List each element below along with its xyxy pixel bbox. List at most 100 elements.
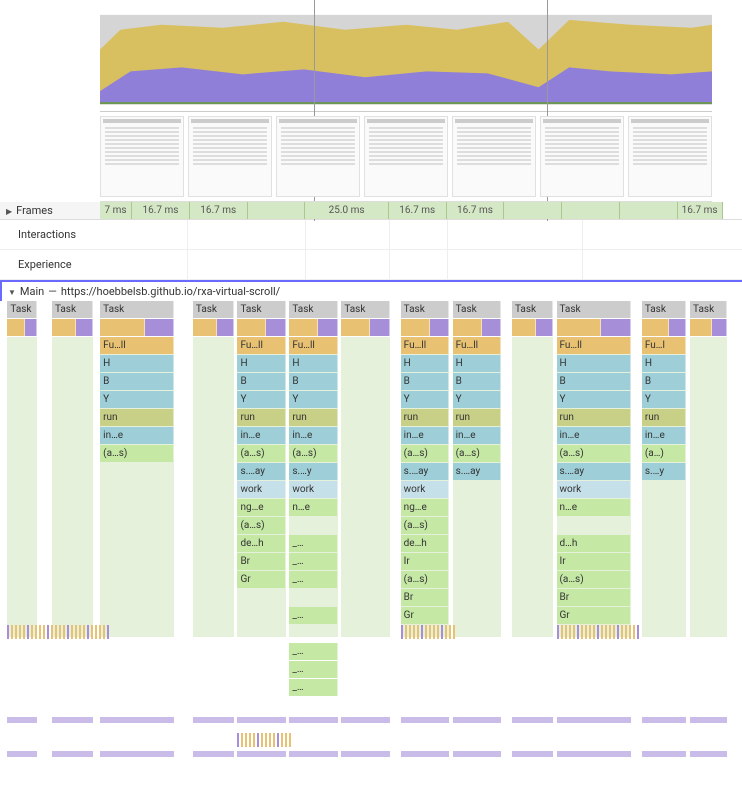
frame-cell[interactable]: 16.7 ms bbox=[190, 202, 248, 219]
call-frame[interactable]: B bbox=[557, 373, 631, 390]
call-frame[interactable]: _… bbox=[289, 607, 337, 624]
call-frame[interactable]: (a…s) bbox=[237, 517, 285, 534]
call-frame[interactable]: (a…s) bbox=[100, 445, 174, 462]
call-frame[interactable]: _… bbox=[289, 679, 337, 696]
filmstrip-frame[interactable] bbox=[540, 116, 624, 197]
call-frame[interactable]: work bbox=[289, 481, 337, 498]
rendering-block[interactable] bbox=[318, 319, 337, 336]
filmstrip-frame[interactable] bbox=[100, 116, 184, 197]
scripting-block[interactable] bbox=[341, 319, 370, 336]
frame-cell[interactable]: 16.7 ms bbox=[678, 202, 723, 219]
call-frame[interactable]: _… bbox=[289, 661, 337, 678]
task-block[interactable]: Task bbox=[193, 301, 234, 318]
call-frame[interactable]: H bbox=[642, 355, 687, 372]
call-frame[interactable]: work bbox=[401, 481, 449, 498]
call-frame[interactable]: B bbox=[237, 373, 285, 390]
call-frame[interactable]: _… bbox=[289, 643, 337, 660]
call-frame[interactable]: in…e bbox=[289, 427, 337, 444]
call-frame[interactable]: run bbox=[453, 409, 501, 426]
call-frame[interactable]: H bbox=[289, 355, 337, 372]
expand-icon[interactable] bbox=[6, 204, 12, 217]
task-block[interactable]: Task bbox=[642, 301, 687, 318]
call-frame[interactable]: B bbox=[401, 373, 449, 390]
scripting-block[interactable] bbox=[690, 319, 712, 336]
call-frame[interactable]: (a…s) bbox=[557, 571, 631, 588]
call-frame[interactable]: B bbox=[289, 373, 337, 390]
call-frame[interactable]: Y bbox=[100, 391, 174, 408]
scripting-block[interactable] bbox=[7, 319, 25, 336]
call-frame[interactable]: in…e bbox=[453, 427, 501, 444]
call-frame[interactable]: _… bbox=[289, 535, 337, 552]
call-frame[interactable]: (a…s) bbox=[453, 445, 501, 462]
task-block[interactable]: Task bbox=[100, 301, 174, 318]
frame-cell[interactable] bbox=[504, 202, 562, 219]
call-frame[interactable]: Br bbox=[401, 589, 449, 606]
frame-cell[interactable]: 25.0 ms bbox=[305, 202, 388, 219]
collapse-icon[interactable] bbox=[8, 285, 16, 298]
task-block[interactable]: Task bbox=[512, 301, 553, 318]
call-frame[interactable]: Ir bbox=[401, 553, 449, 570]
call-frame[interactable]: Fu…ll bbox=[453, 337, 501, 354]
frame-cell[interactable]: 16.7 ms bbox=[132, 202, 190, 219]
call-frame[interactable]: Fu…ll bbox=[557, 337, 631, 354]
call-frame[interactable]: in…e bbox=[557, 427, 631, 444]
task-block[interactable]: Task bbox=[52, 301, 93, 318]
task-block[interactable]: Task bbox=[237, 301, 285, 318]
call-frame[interactable]: Y bbox=[401, 391, 449, 408]
task-block[interactable]: Task bbox=[453, 301, 501, 318]
call-frame[interactable]: run bbox=[289, 409, 337, 426]
call-frame[interactable]: Y bbox=[289, 391, 337, 408]
call-frame[interactable]: Ir bbox=[557, 553, 631, 570]
call-frame[interactable]: s.…ay bbox=[401, 463, 449, 480]
rendering-block[interactable] bbox=[482, 319, 501, 336]
call-frame[interactable]: _… bbox=[289, 571, 337, 588]
task-block[interactable]: Task bbox=[557, 301, 631, 318]
call-frame[interactable]: run bbox=[557, 409, 631, 426]
scripting-block[interactable] bbox=[52, 319, 76, 336]
task-block[interactable]: Task bbox=[690, 301, 727, 318]
rendering-block[interactable] bbox=[370, 319, 389, 336]
call-frame[interactable]: ng…e bbox=[401, 499, 449, 516]
rendering-block[interactable] bbox=[536, 319, 552, 336]
scripting-block[interactable] bbox=[512, 319, 536, 336]
cpu-overview-chart[interactable] bbox=[100, 0, 712, 112]
call-frame[interactable]: H bbox=[100, 355, 174, 372]
call-frame[interactable]: Fu…ll bbox=[237, 337, 285, 354]
call-frame[interactable]: de…h bbox=[401, 535, 449, 552]
scripting-block[interactable] bbox=[193, 319, 217, 336]
call-frame[interactable]: s.…y bbox=[289, 463, 337, 480]
call-frame[interactable]: run bbox=[100, 409, 174, 426]
scripting-block[interactable] bbox=[453, 319, 482, 336]
call-frame[interactable]: s.…ay bbox=[453, 463, 501, 480]
experience-track[interactable]: Experience bbox=[0, 250, 742, 280]
call-frame[interactable]: s.…y bbox=[642, 463, 687, 480]
call-frame[interactable]: run bbox=[642, 409, 687, 426]
rendering-block[interactable] bbox=[266, 319, 285, 336]
call-frame[interactable]: H bbox=[401, 355, 449, 372]
call-frame[interactable]: in…e bbox=[100, 427, 174, 444]
call-frame[interactable]: s.…ay bbox=[237, 463, 285, 480]
frame-cell[interactable]: 7 ms bbox=[100, 202, 132, 219]
frame-cell[interactable]: 16.7 ms bbox=[447, 202, 505, 219]
call-frame[interactable]: B bbox=[453, 373, 501, 390]
frame-cell[interactable] bbox=[562, 202, 620, 219]
call-frame[interactable]: work bbox=[557, 481, 631, 498]
call-frame[interactable]: run bbox=[401, 409, 449, 426]
flame-chart[interactable]: TaskTaskTaskTaskTaskTaskTaskTaskTaskTask… bbox=[0, 301, 742, 796]
call-frame[interactable]: ng…e bbox=[237, 499, 285, 516]
task-block[interactable]: Task bbox=[289, 301, 337, 318]
rendering-block[interactable] bbox=[712, 319, 727, 336]
call-frame[interactable]: n…e bbox=[289, 499, 337, 516]
frame-cell[interactable]: 16.7 ms bbox=[389, 202, 447, 219]
call-frame[interactable]: Gr bbox=[401, 607, 449, 624]
call-frame[interactable]: (a…s) bbox=[557, 445, 631, 462]
call-frame[interactable]: (a…s) bbox=[401, 517, 449, 534]
call-frame[interactable]: _… bbox=[289, 553, 337, 570]
filmstrip-frame[interactable] bbox=[452, 116, 536, 197]
scripting-block[interactable] bbox=[289, 319, 318, 336]
filmstrip-frame[interactable] bbox=[364, 116, 448, 197]
call-frame[interactable]: Fu…ll bbox=[289, 337, 337, 354]
call-frame[interactable]: s.…ay bbox=[557, 463, 631, 480]
call-frame[interactable]: Y bbox=[642, 391, 687, 408]
call-frame[interactable]: Br bbox=[557, 589, 631, 606]
